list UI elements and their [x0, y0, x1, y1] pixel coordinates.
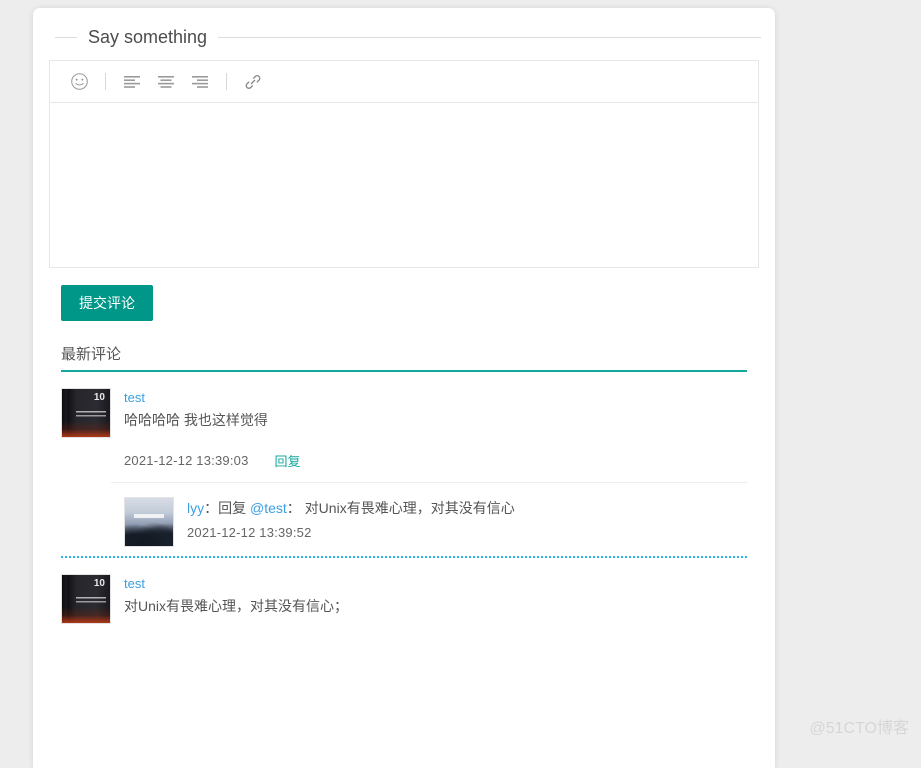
comment-textarea[interactable]	[60, 111, 748, 259]
reply-wrap: lyy：回复 @test： 对Unix有畏难心理，对其没有信心 2021-12-…	[111, 482, 747, 547]
reply-username[interactable]: lyy	[187, 500, 204, 516]
reply-mention-separator: ：	[286, 500, 301, 516]
reply-text: 对Unix有畏难心理，对其没有信心	[304, 500, 515, 516]
editor-body	[50, 103, 758, 267]
comment-item: test 哈哈哈哈 我也这样觉得 2021-12-12 13:39:03 回复 …	[61, 372, 747, 558]
submit-comment-button[interactable]: 提交评论	[61, 285, 153, 321]
align-left-icon[interactable]	[115, 67, 149, 97]
editor-toolbar	[50, 61, 758, 103]
emoji-icon[interactable]	[62, 67, 96, 97]
submit-row: 提交评论	[61, 285, 761, 321]
toolbar-divider-1	[105, 73, 106, 90]
watermark: @51CTO博客	[809, 720, 909, 737]
say-something-fieldset: Say something	[47, 22, 761, 268]
comment-body: test 哈哈哈哈 我也这样觉得 2021-12-12 13:39:03 回复	[111, 388, 747, 470]
legend-row: Say something	[47, 22, 761, 52]
reply-line: lyy：回复 @test： 对Unix有畏难心理，对其没有信心	[187, 497, 747, 519]
comment-text: 对Unix有畏难心理，对其没有信心；	[124, 598, 349, 614]
comment-username[interactable]: test	[124, 388, 145, 408]
align-center-icon[interactable]	[149, 67, 183, 97]
avatar[interactable]	[61, 574, 111, 624]
comment-editor	[49, 60, 759, 268]
comment-item: test 对Unix有畏难心理，对其没有信心；	[61, 558, 747, 624]
comment-meta: 2021-12-12 13:39:03 回复	[124, 451, 747, 470]
reply-action-label: 回复	[218, 500, 247, 516]
reply-mention[interactable]: @test	[250, 500, 287, 516]
link-icon[interactable]	[236, 67, 270, 97]
comment-username[interactable]: test	[124, 574, 145, 594]
legend-rule-right	[218, 36, 761, 38]
legend-rule-left	[55, 36, 77, 38]
latest-comments-header: 最新评论	[61, 343, 747, 372]
reply-body: lyy：回复 @test： 对Unix有畏难心理，对其没有信心 2021-12-…	[174, 497, 747, 540]
reply-name-separator: ：	[204, 500, 219, 516]
avatar[interactable]	[61, 388, 111, 438]
align-right-icon[interactable]	[183, 67, 217, 97]
comment-list: test 哈哈哈哈 我也这样觉得 2021-12-12 13:39:03 回复 …	[61, 372, 747, 624]
say-something-legend: Say something	[88, 26, 208, 47]
reply-avatar[interactable]	[124, 497, 174, 547]
comment-timestamp: 2021-12-12 13:39:03	[124, 453, 249, 468]
card-inner: Say something 提交评论 最新评论 10 test 哈哈哈哈 我也这…	[33, 22, 775, 624]
reply-link[interactable]: 回复	[275, 451, 301, 470]
latest-comments-title: 最新评论	[61, 346, 122, 363]
toolbar-divider-2	[226, 73, 227, 90]
reply-timestamp: 2021-12-12 13:39:52	[187, 525, 312, 540]
comment-body: test 对Unix有畏难心理，对其没有信心；	[111, 574, 747, 617]
comment-text: 哈哈哈哈 我也这样觉得	[124, 412, 268, 428]
comment-card: Say something 提交评论 最新评论 10 test 哈哈哈哈 我也这…	[33, 8, 775, 768]
